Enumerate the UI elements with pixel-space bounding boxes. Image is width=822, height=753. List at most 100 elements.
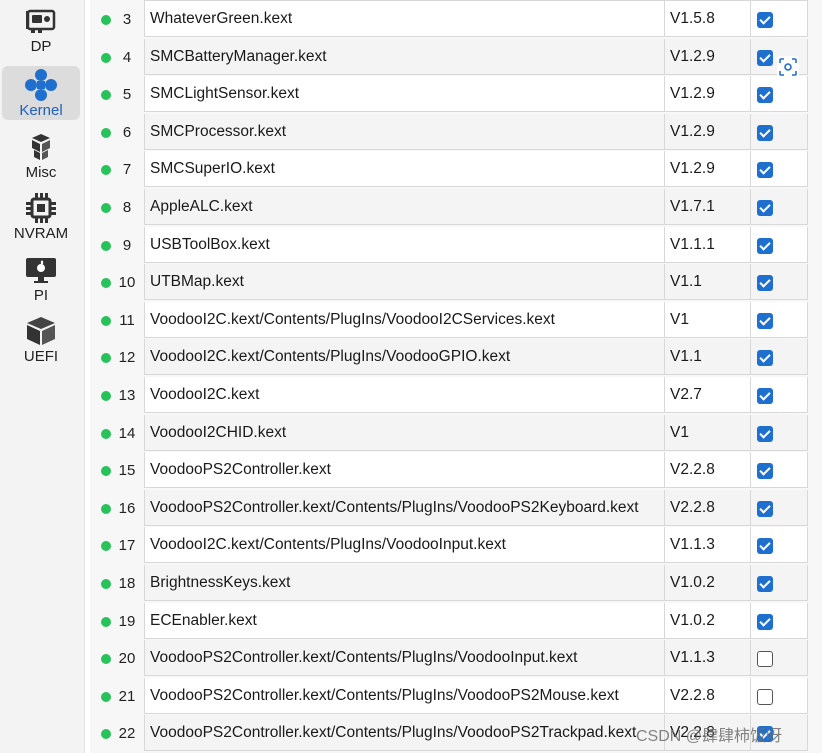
kext-version-cell[interactable]: V1.1.1 [665,226,751,263]
row-index: 16 [118,499,136,517]
table-row[interactable]: 19 ECEnabler.kext V1.0.2 [90,602,808,640]
kext-name-cell[interactable]: UTBMap.kext [144,264,665,301]
kext-version-cell[interactable]: V1.5.8 [665,1,751,37]
kext-version-cell[interactable]: V1.0.2 [665,602,751,639]
kext-version-cell[interactable]: V2.2.8 [665,452,751,489]
sidebar-item-kernel[interactable]: Kernel [2,66,80,120]
kext-name-cell[interactable]: VoodooPS2Controller.kext/Contents/PlugIn… [144,677,665,714]
enabled-checkbox[interactable] [757,576,773,592]
enabled-checkbox[interactable] [757,425,773,442]
enabled-checkbox[interactable] [757,49,773,66]
status-dot-icon [101,691,111,702]
screenshot-scan-icon [779,58,797,76]
status-dot-icon [101,240,111,251]
table-row[interactable]: 15 VoodooPS2Controller.kext V2.2.8 [90,452,808,489]
status-dot-icon [101,315,111,326]
kext-version-cell[interactable]: V2.2.8 [665,489,751,526]
kext-version-cell[interactable]: V1.2.9 [665,151,751,188]
enabled-checkbox[interactable] [757,275,773,292]
table-row[interactable]: 21 VoodooPS2Controller.kext/Contents/Plug… [90,677,808,715]
enabled-checkbox[interactable] [757,237,773,254]
status-dot-icon [101,391,111,401]
enabled-checkbox[interactable] [757,388,773,404]
kext-name-cell[interactable]: VoodooPS2Controller.kext [144,452,665,489]
table-row[interactable]: 16 VoodooPS2Controller.kext/Contents/Plug… [90,489,808,527]
table-row[interactable]: 5 SMCLightSensor.kext V1.2.9 [90,76,808,113]
kext-name-cell[interactable]: VoodooPS2Controller.kext/Contents/PlugIn… [144,640,665,677]
table-row[interactable]: 6 SMCProcessor.kext V1.2.9 [90,113,808,151]
row-index: 10 [118,274,136,292]
kext-name-cell[interactable]: VoodooI2C.kext/Contents/PlugIns/VoodooI2… [144,301,665,338]
table-row[interactable]: 13 VoodooI2C.kext V2.7 [90,377,808,414]
row-index: 19 [118,612,136,630]
sidebar-item-pi[interactable]: PI [2,251,80,305]
enabled-checkbox[interactable] [757,651,773,668]
kext-version-cell[interactable]: V1.0.2 [665,565,751,601]
kext-name-cell[interactable]: SMCBatteryManager.kext [144,38,665,75]
sidebar-item-nvram[interactable]: NVRAM [2,189,80,243]
table-row[interactable]: 9 USBToolBox.kext V1.1.1 [90,226,808,264]
enabled-checkbox[interactable] [757,200,773,216]
kext-name-cell[interactable]: AppleALC.kext [144,189,665,225]
kext-version-cell[interactable]: V1.1.3 [665,527,751,564]
cubes-icon [24,130,58,164]
row-index: 8 [122,199,132,216]
kext-version-cell[interactable]: V1.7.1 [665,189,751,225]
enabled-checkbox[interactable] [757,463,773,480]
screenshot-scan-button[interactable] [777,56,799,78]
kext-version-cell[interactable]: V1.2.9 [665,38,751,75]
kext-name-cell[interactable]: ECEnabler.kext [144,602,665,639]
row-index: 5 [122,86,132,104]
sidebar-item-uefi[interactable]: UEFI [2,312,80,366]
kext-version-cell[interactable]: V1 [665,301,751,338]
table-row[interactable]: 10 UTBMap.kext V1.1 [90,264,808,301]
table-row[interactable]: 11 VoodooI2C.kext/Contents/PlugIns/Voodoo… [90,301,808,339]
kext-name-cell[interactable]: VoodooI2C.kext/Contents/PlugIns/VoodooIn… [144,527,665,564]
status-dot-icon [101,127,111,138]
table-row[interactable]: 12 VoodooI2C.kext/Contents/PlugIns/Voodoo… [90,339,808,376]
kext-version-cell[interactable]: V1 [665,414,751,451]
row-index: 17 [118,537,136,555]
enabled-checkbox[interactable] [757,312,773,329]
enabled-checkbox[interactable] [757,538,773,555]
table-row[interactable]: 14 VoodooI2CHID.kext V1 [90,414,808,452]
kext-enabled-cell [751,489,808,526]
table-row[interactable]: 17 VoodooI2C.kext/Contents/PlugIns/Voodoo… [90,527,808,564]
kext-name-cell[interactable]: SMCLightSensor.kext [144,76,665,113]
table-row[interactable]: 20 VoodooPS2Controller.kext/Contents/Plug… [90,640,808,677]
kext-name-cell[interactable]: SMCProcessor.kext [144,113,665,150]
enabled-checkbox[interactable] [757,124,773,141]
enabled-checkbox[interactable] [757,87,773,104]
kext-enabled-cell [751,189,808,225]
kext-version-cell[interactable]: V1.1.3 [665,640,751,677]
enabled-checkbox[interactable] [757,162,773,179]
enabled-checkbox[interactable] [757,12,773,28]
enabled-checkbox[interactable] [757,350,773,367]
kext-version-cell[interactable]: V1.1 [665,264,751,301]
table-row[interactable]: 8 AppleALC.kext V1.7.1 [90,189,808,226]
table-row[interactable]: 7 SMCSuperIO.kext V1.2.9 [90,151,808,188]
sidebar-item-dp[interactable]: DP [2,2,80,56]
enabled-checkbox[interactable] [757,613,773,630]
kext-name-cell[interactable]: SMCSuperIO.kext [144,151,665,188]
kext-name-cell[interactable]: VoodooI2C.kext/Contents/PlugIns/VoodooGP… [144,339,665,376]
sidebar-item-misc[interactable]: Misc [2,128,80,182]
table-row[interactable]: 3 WhateverGreen.kext V1.5.8 [90,1,808,38]
enabled-checkbox[interactable] [757,500,773,517]
table-row[interactable]: 4 SMCBatteryManager.kext V1.2.9 [90,38,808,76]
enabled-checkbox[interactable] [757,688,773,705]
kext-version-cell[interactable]: V2.2.8 [665,677,751,714]
kext-version-cell[interactable]: V2.7 [665,377,751,413]
kext-name-cell[interactable]: VoodooPS2Controller.kext/Contents/PlugIn… [144,715,665,752]
kext-name-cell[interactable]: BrightnessKeys.kext [144,565,665,601]
kext-version-cell[interactable]: V1.1 [665,339,751,376]
kext-name-cell[interactable]: VoodooI2CHID.kext [144,414,665,451]
kext-name-cell[interactable]: VoodooPS2Controller.kext/Contents/PlugIn… [144,489,665,526]
table-row[interactable]: 18 BrightnessKeys.kext V1.0.2 [90,565,808,602]
kext-version-cell[interactable]: V1.2.9 [665,76,751,113]
kext-name-cell[interactable]: WhateverGreen.kext [144,1,665,37]
kext-name-cell[interactable]: VoodooI2C.kext [144,377,665,413]
kext-name-cell[interactable]: USBToolBox.kext [144,226,665,263]
kext-version-cell[interactable]: V1.2.9 [665,113,751,150]
status-dot-icon [101,503,111,514]
